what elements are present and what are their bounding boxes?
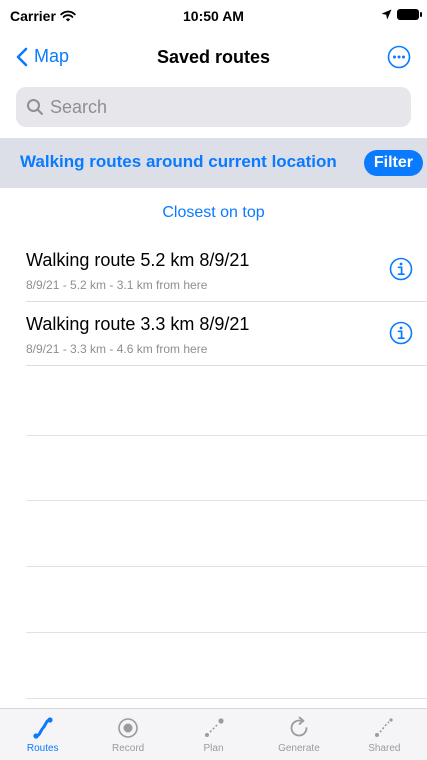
empty-row-separator — [26, 500, 427, 501]
tab-shared[interactable]: Shared — [342, 709, 427, 760]
route-subtitle: 8/9/21 - 5.2 km - 3.1 km from here — [26, 278, 208, 292]
status-right — [381, 9, 422, 20]
tab-label: Generate — [278, 743, 320, 754]
empty-row-separator — [26, 632, 427, 633]
location-arrow-icon — [381, 9, 392, 20]
info-icon[interactable] — [389, 321, 413, 345]
tab-label: Plan — [203, 743, 224, 754]
search-bar[interactable] — [16, 87, 411, 127]
search-icon — [27, 99, 43, 115]
tab-generate[interactable]: Generate — [256, 709, 341, 760]
route-title: Walking route 3.3 km 8/9/21 — [26, 314, 250, 334]
route-subtitle: 8/9/21 - 3.3 km - 4.6 km from here — [26, 342, 208, 356]
tab-bar: Routes Record Plan Generate Shared — [0, 708, 427, 760]
page-title: Saved routes — [156, 47, 271, 67]
generate-icon — [290, 716, 308, 737]
list-item[interactable]: Walking route 3.3 km 8/9/21 8/9/21 - 3.3… — [26, 302, 427, 366]
tab-routes[interactable]: Routes — [0, 709, 85, 760]
filter-bar: Walking routes around current location F… — [0, 138, 427, 188]
battery-icon — [397, 9, 422, 20]
sort-order-button[interactable]: Closest on top — [0, 204, 427, 222]
info-icon[interactable] — [389, 257, 413, 281]
filter-button[interactable]: Filter — [363, 150, 423, 176]
tab-label: Routes — [26, 743, 59, 754]
empty-row-separator — [26, 435, 427, 436]
status-bar: Carrier 10:50 AM — [0, 0, 427, 36]
list-item[interactable]: Walking route 5.2 km 8/9/21 8/9/21 - 5.2… — [26, 238, 427, 302]
empty-row-separator — [26, 698, 427, 699]
tab-label: Shared — [368, 743, 401, 754]
empty-row-separator — [26, 566, 427, 567]
route-icon — [33, 717, 53, 739]
more-options-icon[interactable] — [387, 45, 411, 69]
record-icon — [118, 718, 138, 738]
tab-record[interactable]: Record — [85, 709, 170, 760]
shared-icon — [375, 718, 393, 737]
plan-icon — [204, 718, 224, 737]
search-input[interactable] — [50, 96, 390, 118]
route-title: Walking route 5.2 km 8/9/21 — [26, 250, 250, 270]
tab-label: Record — [111, 743, 145, 754]
filter-description[interactable]: Walking routes around current location — [20, 152, 337, 172]
route-list: Walking route 5.2 km 8/9/21 8/9/21 - 5.2… — [0, 238, 427, 366]
tab-plan[interactable]: Plan — [171, 709, 256, 760]
navigation-bar: Map Saved routes — [0, 36, 427, 80]
status-time: 10:50 AM — [183, 8, 244, 24]
